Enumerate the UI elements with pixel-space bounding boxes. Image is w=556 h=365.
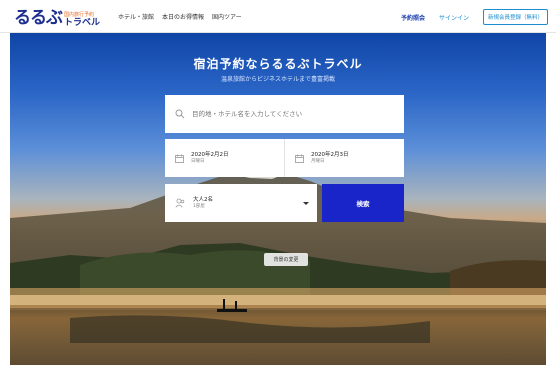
signin-link[interactable]: サインイン: [439, 13, 469, 22]
main-nav: ホテル・旅館 本日のお得情報 国内ツアー: [118, 12, 242, 21]
change-background-button[interactable]: 背景の変更: [264, 253, 308, 266]
checkout-text: 2020年2月3日 月曜日: [311, 152, 349, 165]
account-nav: 予約照会 サインイン 新規会員登録（無料）: [401, 9, 548, 25]
logo-mark: るるぶ: [14, 8, 63, 28]
calendar-icon: [295, 154, 304, 163]
chevron-down-icon: [303, 201, 309, 205]
checkout-date: 2020年2月3日: [311, 151, 349, 158]
checkin-field[interactable]: 2020年2月2日 日曜日: [165, 139, 284, 177]
hero: 宿泊予約ならるるぶトラベル 温泉旅館からビジネスホテルまで豊富掲載 2020年2…: [10, 33, 546, 365]
nav-deals[interactable]: 本日のお得情報: [162, 12, 204, 21]
date-picker: 2020年2月2日 日曜日 2020年2月3日 月曜日: [165, 139, 404, 177]
reservation-check-link[interactable]: 予約照会: [401, 13, 425, 22]
logo[interactable]: るるぶ 国内旅行予約 トラベル: [14, 6, 100, 28]
checkout-day: 月曜日: [311, 158, 325, 164]
checkin-text: 2020年2月2日 日曜日: [191, 152, 229, 165]
header: るるぶ 国内旅行予約 トラベル ホテル・旅館 本日のお得情報 国内ツアー 予約照…: [0, 0, 556, 33]
logo-side: 国内旅行予約 トラベル: [64, 13, 100, 28]
nav-hotels[interactable]: ホテル・旅館: [118, 12, 154, 21]
guest-count: 大人2名: [193, 196, 213, 203]
search-icon: [175, 109, 185, 119]
destination-search[interactable]: [165, 95, 404, 133]
guest-room-selector[interactable]: 大人2名 1部屋: [165, 184, 317, 222]
logo-word: トラベル: [64, 18, 101, 28]
search-button[interactable]: 検索: [322, 184, 404, 222]
calendar-icon: [175, 154, 184, 163]
person-icon: [175, 198, 185, 208]
nav-tours[interactable]: 国内ツアー: [212, 12, 242, 21]
checkin-day: 日曜日: [191, 158, 205, 164]
checkin-date: 2020年2月2日: [191, 151, 229, 158]
register-button[interactable]: 新規会員登録（無料）: [482, 9, 548, 25]
hero-title: 宿泊予約ならるるぶトラベル: [193, 57, 363, 71]
page: るるぶ 国内旅行予約 トラベル ホテル・旅館 本日のお得情報 国内ツアー 予約照…: [0, 0, 556, 365]
room-count: 1部屋: [193, 203, 205, 209]
destination-input[interactable]: [192, 110, 392, 118]
checkout-field[interactable]: 2020年2月3日 月曜日: [284, 139, 404, 177]
guest-text: 大人2名 1部屋: [193, 197, 303, 210]
hero-subtitle: 温泉旅館からビジネスホテルまで豊富掲載: [220, 76, 335, 83]
